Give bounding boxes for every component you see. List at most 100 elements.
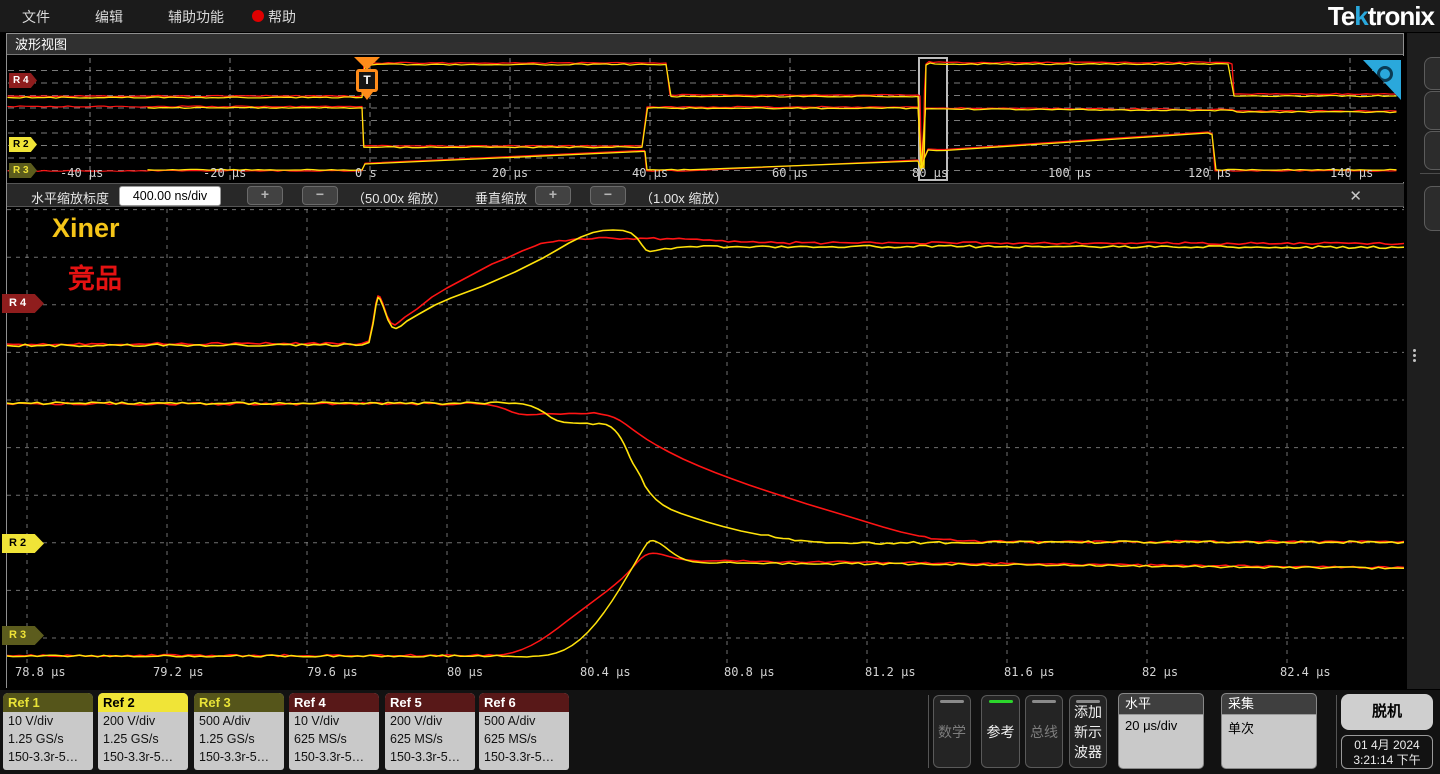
v-zoom-plus-button[interactable]: + [535,186,571,205]
ref-card-line-1: 1.25 GS/s [199,732,255,746]
ref-card-title: Ref 6 [479,693,569,712]
annotation-xiner: Xiner [52,213,120,243]
main-time-label-4: 80.4 μs [580,665,631,679]
trace-r3-yellow [7,539,1404,658]
ref-card-6[interactable]: Ref 6 500 A/div 625 MS/s 150-3.3r-5… [479,693,569,770]
bottom-button-3-add-scope[interactable]: 添加新示波器 [1069,695,1107,768]
main-time-label-5: 80.8 μs [724,665,775,679]
h-zoom-scale-input[interactable] [119,186,221,206]
overview-time-label-8: 120 μs [1188,166,1232,180]
main-time-label-1: 79.2 μs [153,665,204,679]
side-separator [1420,173,1440,174]
main-time-label-6: 81.2 μs [865,665,916,679]
ref-card-line-0: 200 V/div [103,714,156,728]
acquisition-panel-title: 采集 [1222,694,1316,715]
overview-plot[interactable] [7,56,1404,182]
ref-card-2[interactable]: Ref 2 200 V/div 1.25 GS/s 150-3.3r-5… [98,693,188,770]
menu-help[interactable]: 帮助 [268,7,296,27]
overview-waveform-svg[interactable] [7,56,1404,182]
button-indicator [1032,700,1056,703]
ref-card-line-2: 150-3.3r-5… [199,750,270,764]
menu-file[interactable]: 文件 [22,7,50,27]
zoom-controls-bar: 水平缩放标度 + − （50.00x 缩放） 垂直缩放 + − （1.00x 缩… [7,183,1404,207]
button-indicator [988,700,1013,703]
main-time-label-9: 82.4 μs [1280,665,1331,679]
ref-card-line-1: 1.25 GS/s [8,732,64,746]
bottom-button-1-ref[interactable]: 参考 [981,695,1020,768]
main-time-label-0: 78.8 μs [15,665,66,679]
ref-card-3[interactable]: Ref 3 500 A/div 1.25 GS/s 150-3.3r-5… [194,693,284,770]
h-zoom-factor-label: （50.00x 缩放） [352,191,447,206]
button-indicator [940,700,964,703]
overview-time-label-7: 100 μs [1048,166,1092,180]
menu-bar: 文件 编辑 辅助功能 帮助 Tektronix [0,0,1440,32]
ref-card-title: Ref 4 [289,693,379,712]
trace-r2-yellow [7,401,1404,545]
offline-button[interactable]: 脱机 [1341,694,1433,730]
overview-time-label-3: 20 μs [492,166,529,180]
overview-time-label-1: -20 μs [203,166,247,180]
bottom-separator-2 [1336,695,1337,768]
menu-utility[interactable]: 辅助功能 [168,7,224,27]
ref-card-line-0: 10 V/div [8,714,54,728]
trace-r3-red [7,552,1404,658]
trace-ov-r2-red [7,105,1397,167]
h-zoom-plus-button[interactable]: + [247,186,283,205]
trace-ov-r4-yellow [7,62,1397,169]
ref-card-1[interactable]: Ref 1 10 V/div 1.25 GS/s 150-3.3r-5… [3,693,93,770]
ref-card-line-2: 150-3.3r-5… [294,750,365,764]
time-text: 3:21:14 下午 [1353,753,1421,767]
main-time-label-7: 81.6 μs [1004,665,1055,679]
tektronix-logo: Tektronix [1327,1,1435,31]
ref-card-line-2: 150-3.3r-5… [8,750,79,764]
main-zoom-plot[interactable] [7,208,1404,665]
horizontal-panel-title: 水平 [1119,694,1203,715]
trace-ov-r4-red [7,60,1397,168]
acquisition-panel[interactable]: 采集 单次 [1221,693,1317,769]
side-button-1[interactable] [1424,57,1440,90]
ref-card-line-0: 500 A/div [484,714,536,728]
side-button-4[interactable] [1424,186,1440,231]
ref-card-line-1: 1.25 GS/s [103,732,159,746]
ref-card-title: Ref 5 [385,693,475,712]
trace-r4-yellow [7,229,1404,348]
acquisition-mode-value: 单次 [1228,721,1255,736]
overview-time-label-9: 140 μs [1330,166,1374,180]
bottom-button-0-math[interactable]: 数学 [933,695,971,768]
trace-ov-r3-yellow [147,132,1397,172]
date-text: 01 4月 2024 [1354,738,1420,752]
ref-card-4[interactable]: Ref 4 10 V/div 625 MS/s 150-3.3r-5… [289,693,379,770]
h-zoom-minus-button[interactable]: − [302,186,338,205]
v-zoom-minus-button[interactable]: − [590,186,626,205]
bottom-button-2-bus[interactable]: 总线 [1025,695,1063,768]
panel-drag-handle[interactable] [1410,347,1418,367]
overview-time-axis: -40 μs -20 μs 0 s 20 μs 40 μs 60 μs 80 μs 100 μ… [0,166,1404,182]
ref-card-5[interactable]: Ref 5 200 V/div 625 MS/s 150-3.3r-5… [385,693,475,770]
datetime-display: 01 4月 2024 3:21:14 下午 [1341,735,1433,769]
side-button-2[interactable] [1424,91,1440,130]
overview-time-label-2: 0 s [355,166,377,180]
close-zoom-icon[interactable]: ✕ [1349,187,1362,205]
overview-time-label-6: 80 μs [912,166,949,180]
bottom-status-bar: Ref 1 10 V/div 1.25 GS/s 150-3.3r-5… Ref 2 20… [0,690,1440,774]
ref-card-line-0: 200 V/div [390,714,443,728]
waveform-view-title: 波形视图 [7,34,1403,55]
overview-time-label-0: -40 μs [60,166,104,180]
button-indicator [1076,700,1100,703]
ref-card-line-2: 150-3.3r-5… [484,750,555,764]
ref-card-line-2: 150-3.3r-5… [390,750,461,764]
ref-card-line-1: 625 MS/s [484,732,537,746]
ref-card-line-1: 625 MS/s [294,732,347,746]
ref-card-title: Ref 2 [98,693,188,712]
trigger-marker-tip-icon [361,92,373,100]
overview-time-label-4: 40 μs [632,166,669,180]
menu-edit[interactable]: 编辑 [95,7,123,27]
main-waveform-svg[interactable] [7,208,1404,665]
side-button-3[interactable] [1424,131,1440,170]
main-time-label-8: 82 μs [1142,665,1179,679]
ref-card-line-2: 150-3.3r-5… [103,750,174,764]
horizontal-panel[interactable]: 水平 20 μs/div [1118,693,1204,769]
h-zoom-scale-label: 水平缩放标度 [31,191,110,206]
help-red-dot-icon [252,10,264,22]
trigger-T-flag[interactable]: T [356,69,378,92]
